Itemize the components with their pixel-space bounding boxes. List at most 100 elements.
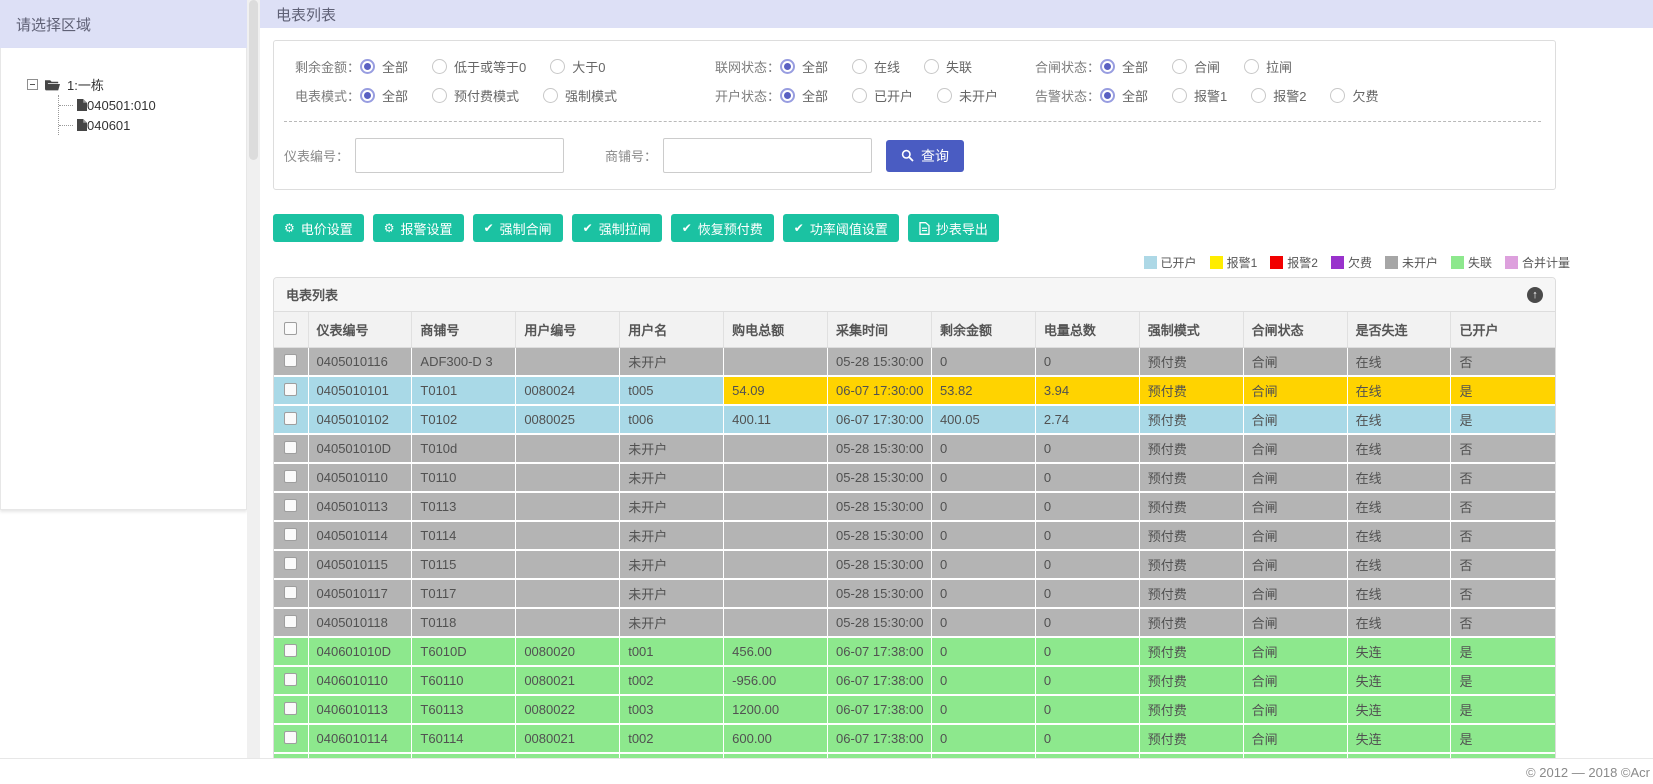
- select-all-checkbox[interactable]: [284, 321, 298, 335]
- row-checkbox[interactable]: [284, 382, 298, 396]
- radio-option[interactable]: 失联: [924, 57, 972, 76]
- radio-option[interactable]: 报警1: [1172, 86, 1227, 105]
- scrollbar-thumb[interactable]: [249, 0, 258, 160]
- table-cell: 05-28 15:30:00: [827, 492, 932, 522]
- filter-groups: 剩余金额： 全部 低于或等于0 大于0 联网状态： 全部 在线 失联 合闸状态： 全部 合闸 拉闸 电表…: [284, 57, 1541, 105]
- radio-button[interactable]: [852, 88, 868, 103]
- radio-option[interactable]: 已开户: [852, 86, 913, 105]
- column-header[interactable]: 已开户: [1450, 312, 1555, 348]
- radio-button[interactable]: [360, 88, 375, 103]
- radio-button[interactable]: [780, 88, 795, 103]
- row-checkbox[interactable]: [284, 411, 298, 425]
- radio-button[interactable]: [1172, 88, 1188, 103]
- column-header[interactable]: 仪表编号: [307, 312, 412, 348]
- radio-option[interactable]: 全部: [1100, 57, 1148, 76]
- radio-option[interactable]: 大于0: [550, 57, 605, 76]
- column-header[interactable]: 强制模式: [1138, 312, 1244, 348]
- legend-label: 已开户: [1160, 256, 1197, 270]
- radio-option[interactable]: 预付费模式: [432, 86, 519, 105]
- radio-button[interactable]: [432, 88, 448, 103]
- radio-option[interactable]: 全部: [780, 57, 828, 76]
- row-checkbox[interactable]: [284, 440, 298, 454]
- row-checkbox[interactable]: [284, 730, 298, 744]
- search-button[interactable]: 查询: [886, 139, 965, 172]
- radio-button[interactable]: [1172, 59, 1188, 74]
- toolbar-button[interactable]: ⚙ 报警设置: [372, 214, 464, 242]
- radio-button[interactable]: [1244, 59, 1260, 74]
- column-header[interactable]: 商铺号: [411, 312, 516, 348]
- table-cell: 未开户: [619, 463, 724, 493]
- row-checkbox[interactable]: [284, 556, 298, 570]
- toolbar-button[interactable]: 抄表导出: [907, 214, 999, 242]
- radio-option[interactable]: 全部: [360, 86, 408, 105]
- row-checkbox[interactable]: [284, 585, 298, 599]
- table-row: 040601010D T6010D 0080020 t001 456.00 06-07 1…: [274, 637, 1555, 667]
- radio-button[interactable]: [780, 59, 795, 74]
- column-header[interactable]: 采集时间: [827, 312, 932, 348]
- table-cell: 05-28 15:30:00: [827, 579, 932, 609]
- row-checkbox[interactable]: [284, 498, 298, 512]
- toolbar-button[interactable]: ✔ 功率阈值设置: [782, 214, 899, 242]
- legend-item: 已开户: [1143, 254, 1197, 271]
- table-cell: T60110: [411, 666, 516, 696]
- column-header[interactable]: 用户名: [619, 312, 724, 348]
- row-checkbox[interactable]: [284, 353, 298, 367]
- column-header[interactable]: 合闸状态: [1242, 312, 1348, 348]
- radio-label: 全部: [382, 60, 409, 75]
- radio-button[interactable]: [1100, 59, 1115, 74]
- radio-option[interactable]: 全部: [360, 57, 408, 76]
- table-cell: 是: [1450, 376, 1555, 406]
- radio-option[interactable]: 欠费: [1330, 86, 1379, 105]
- radio-button[interactable]: [1251, 88, 1267, 103]
- tree-collapse-icon[interactable]: [27, 79, 38, 90]
- table-cell: 否: [1450, 608, 1555, 638]
- row-checkbox[interactable]: [284, 527, 298, 541]
- table-row: 040501010D T010d 未开户 05-28 15:30:00 0 0 预付费 合闸在…: [274, 434, 1555, 464]
- radio-option[interactable]: 未开户: [937, 86, 998, 105]
- radio-button[interactable]: [550, 59, 566, 74]
- meter-no-input[interactable]: [355, 138, 565, 173]
- collapse-up-icon[interactable]: ↑: [1527, 286, 1543, 303]
- sidebar-scrollbar[interactable]: [247, 0, 260, 784]
- radio-button[interactable]: [852, 59, 868, 74]
- column-header[interactable]: 剩余金额: [930, 312, 1036, 348]
- row-checkbox[interactable]: [284, 701, 298, 715]
- radio-option[interactable]: 强制模式: [543, 86, 617, 105]
- legend-item: 失联: [1450, 254, 1492, 271]
- radio-option[interactable]: 全部: [780, 86, 828, 105]
- radio-button[interactable]: [937, 88, 953, 103]
- tree-node-leaf[interactable]: 040501:010: [59, 95, 246, 115]
- radio-option[interactable]: 全部: [1100, 86, 1148, 105]
- toolbar-button[interactable]: ⚙ 电价设置: [273, 214, 364, 242]
- column-header[interactable]: 是否失连: [1346, 312, 1451, 348]
- radio-option[interactable]: 在线: [852, 57, 900, 76]
- toolbar-button[interactable]: ✔ 强制拉闸: [571, 214, 662, 242]
- row-select-cell: [274, 608, 308, 638]
- row-checkbox[interactable]: [284, 469, 298, 483]
- radio-button[interactable]: [924, 59, 940, 74]
- radio-option[interactable]: 拉闸: [1244, 57, 1292, 76]
- toolbar-button[interactable]: ✔ 强制合闸: [472, 214, 563, 242]
- toolbar-button-label: 功率阈值设置: [809, 221, 888, 237]
- radio-button[interactable]: [360, 59, 375, 74]
- radio-button[interactable]: [432, 59, 448, 74]
- row-checkbox[interactable]: [284, 672, 298, 686]
- tree-node-leaf[interactable]: 040601: [59, 115, 246, 135]
- radio-button[interactable]: [1100, 88, 1115, 103]
- table-cell: 0406010114: [307, 724, 412, 754]
- radio-button[interactable]: [1330, 88, 1346, 103]
- radio-option[interactable]: 合闸: [1172, 57, 1220, 76]
- column-header[interactable]: 用户编号: [515, 312, 620, 348]
- tree-node-root[interactable]: 1:一栋: [27, 74, 246, 95]
- table-cell: T0110: [411, 463, 516, 493]
- radio-button[interactable]: [543, 88, 559, 103]
- column-header[interactable]: 购电总额: [723, 312, 828, 348]
- row-checkbox[interactable]: [284, 643, 298, 657]
- radio-option[interactable]: 低于或等于0: [432, 57, 526, 76]
- radio-option[interactable]: 报警2: [1251, 86, 1306, 105]
- column-header[interactable]: 电量总数: [1034, 312, 1140, 348]
- toolbar-button[interactable]: ✔ 恢复预付费: [670, 214, 774, 242]
- shop-no-input[interactable]: [663, 138, 873, 173]
- row-checkbox[interactable]: [284, 614, 298, 628]
- table-cell: 否: [1450, 492, 1555, 522]
